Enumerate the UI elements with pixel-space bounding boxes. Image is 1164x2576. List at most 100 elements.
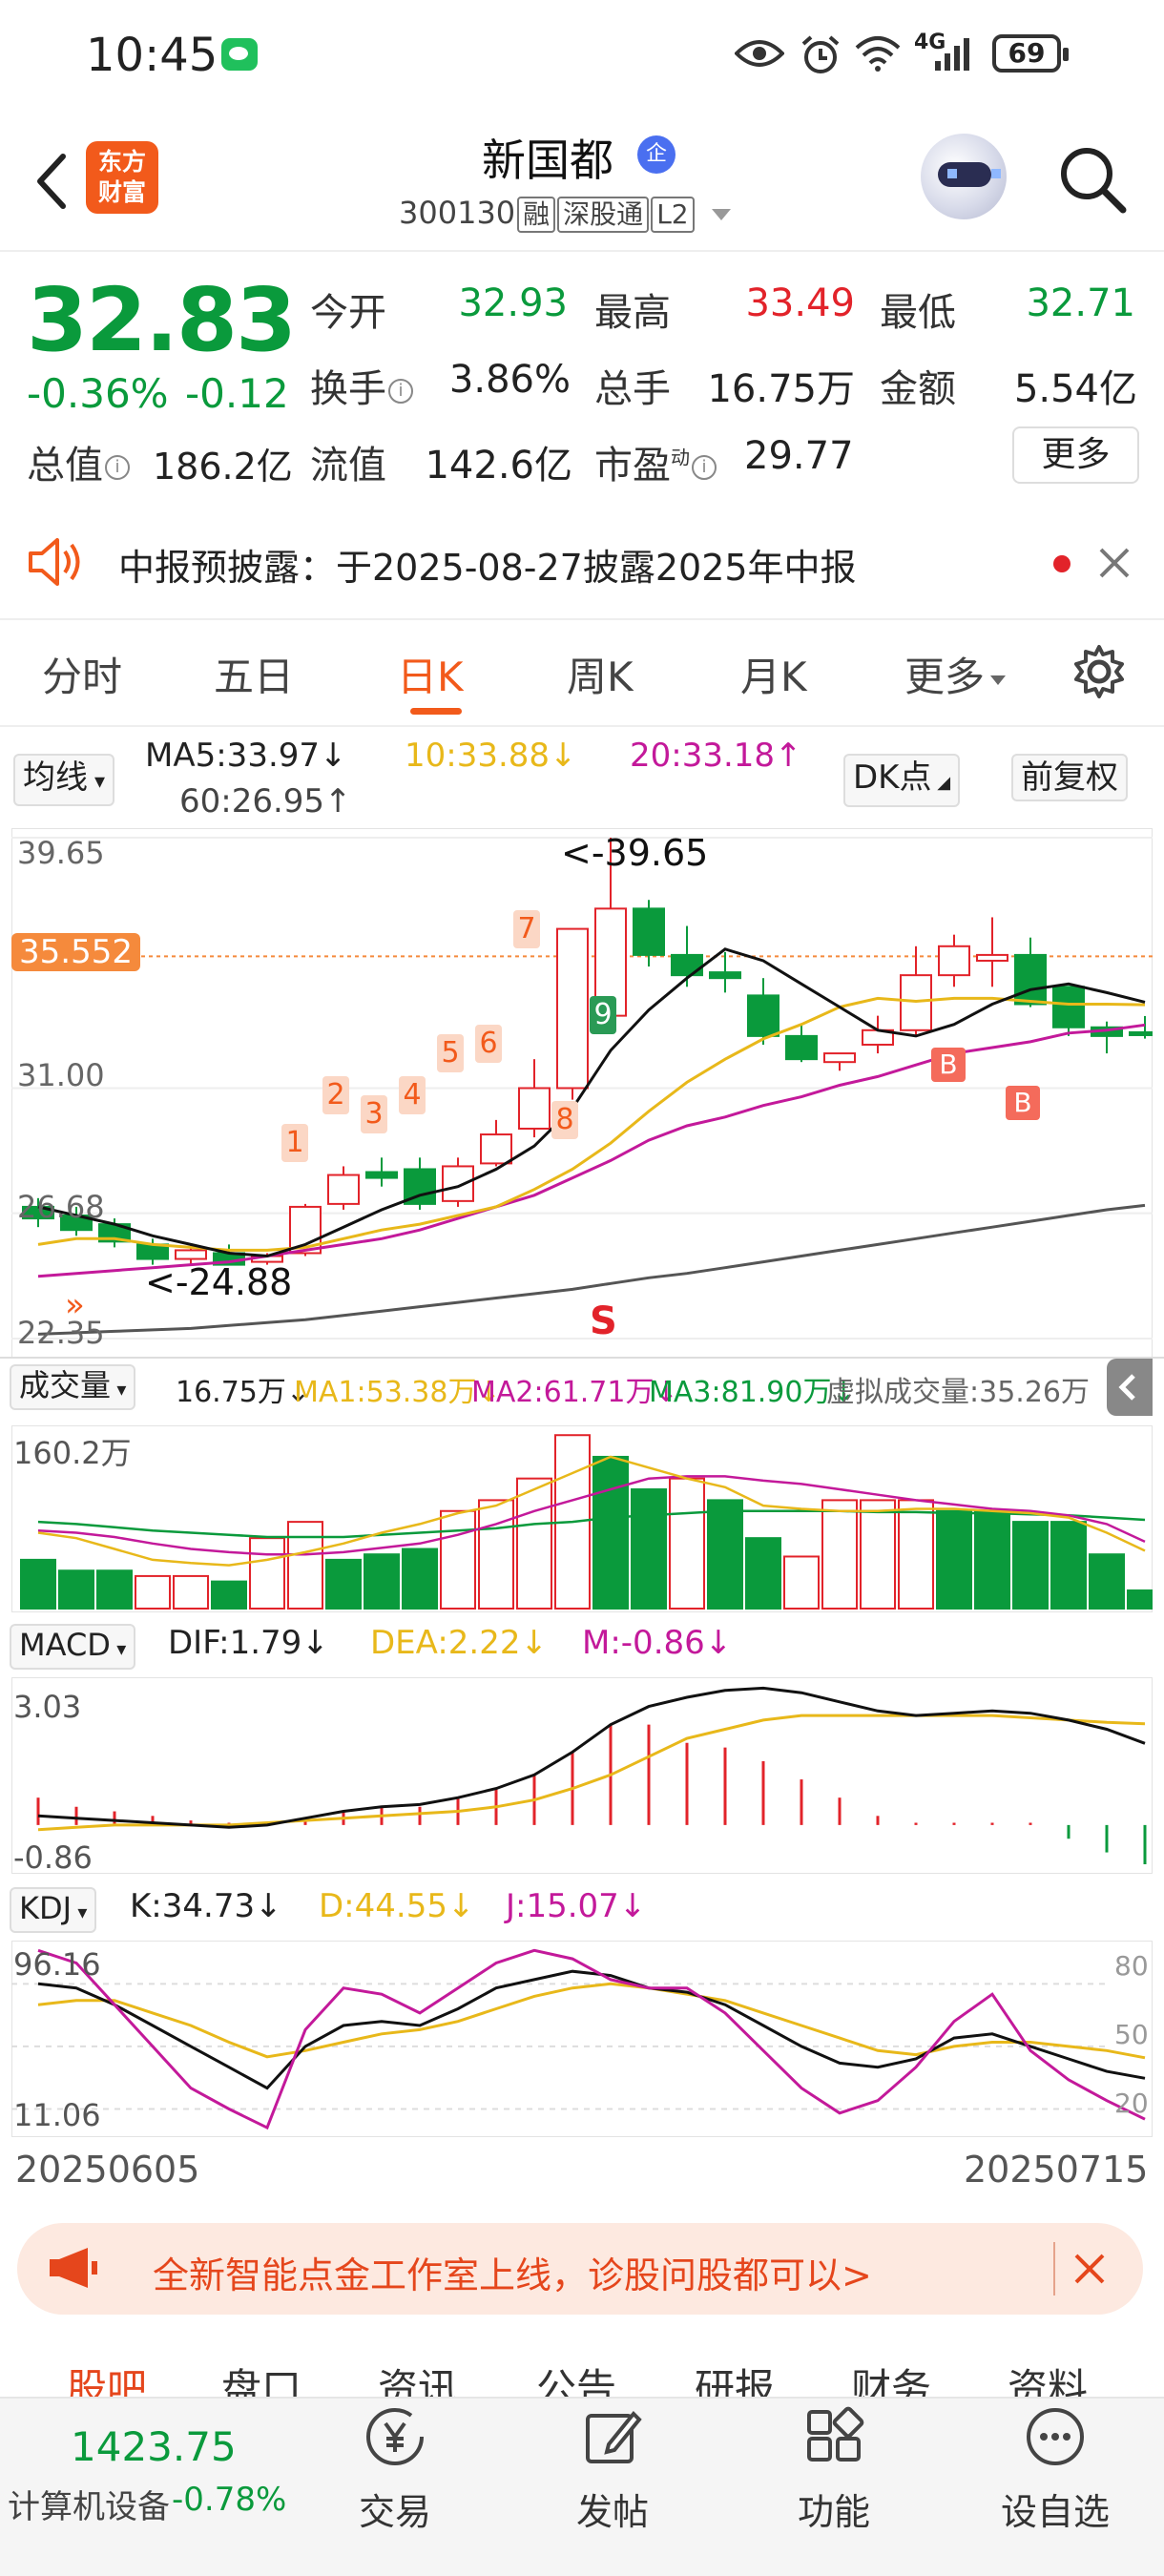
volume-bar xyxy=(96,1569,133,1610)
close-icon[interactable] xyxy=(1097,546,1132,580)
sector-index-value[interactable]: 1423.75 xyxy=(71,2423,237,2470)
chevron-left-icon xyxy=(1118,1374,1135,1401)
volume-bar xyxy=(1089,1553,1125,1610)
post-button[interactable]: 发帖 xyxy=(536,2404,689,2535)
candle-body xyxy=(1052,986,1085,1028)
kdj-ref-80: 80 xyxy=(1114,1950,1149,1982)
side-panel-toggle[interactable] xyxy=(1107,1359,1153,1416)
volume-chart[interactable] xyxy=(11,1425,1153,1612)
kdj-d: D:44.55↓ xyxy=(319,1887,475,1925)
candle-body xyxy=(633,907,665,956)
kline-axis-top: 39.65 xyxy=(17,835,105,871)
market-cap-label: 总值 i xyxy=(27,434,130,489)
current-price-tag: 35.552 xyxy=(11,933,140,971)
status-icons: 4G 69 xyxy=(735,31,1126,78)
volume-current: 16.75万↓ xyxy=(176,1376,311,1409)
sequence-label: 7 xyxy=(513,910,540,948)
volume-bar xyxy=(249,1537,285,1610)
grid-icon xyxy=(807,2406,864,2462)
assistant-robot-avatar[interactable] xyxy=(921,134,1007,219)
pe-dynamic-mark: 动 xyxy=(671,446,690,469)
volume-bar xyxy=(898,1499,934,1610)
search-icon[interactable] xyxy=(1054,141,1131,218)
candle-body xyxy=(938,945,970,977)
tab-weekly-k[interactable]: 周K xyxy=(567,645,634,703)
tab-five-day[interactable]: 五日 xyxy=(214,645,294,703)
sequence-label: 6 xyxy=(475,1025,502,1063)
volume-bar xyxy=(20,1558,56,1610)
promo-banner-text[interactable]: 全新智能点金工作室上线，诊股问股都可以> xyxy=(153,2246,872,2298)
add-watchlist-label: 设自选 xyxy=(1000,2491,1110,2533)
yen-icon xyxy=(366,2408,424,2465)
status-bar: 10:45 4G 69 xyxy=(0,0,1164,114)
trade-button[interactable]: 交易 xyxy=(319,2404,471,2535)
volume-bar xyxy=(58,1569,94,1610)
high-label: 最高 xyxy=(594,291,671,335)
more-quote-button[interactable]: 更多 xyxy=(1012,426,1139,484)
dk-point-dropdown[interactable]: DK点 ◢ xyxy=(843,754,961,807)
macd-chart[interactable] xyxy=(11,1677,1153,1874)
banner-separator xyxy=(1053,2242,1055,2296)
volume-bar xyxy=(631,1488,667,1610)
low-label: 最低 xyxy=(880,291,956,335)
volume-selector-dropdown[interactable]: 成交量 ▾ xyxy=(10,1364,136,1410)
macd-axis-top: 3.03 xyxy=(13,1689,82,1725)
macd-dif: DIF:1.79↓ xyxy=(168,1624,329,1662)
brand-logo[interactable]: 东方 财富 xyxy=(86,141,158,214)
connect-tag: 深股通 xyxy=(557,197,650,233)
ma60-value: 60:26.95↑ xyxy=(179,782,352,821)
info-icon[interactable]: i xyxy=(692,455,717,480)
brand-logo-line2: 财富 xyxy=(97,178,146,206)
info-icon[interactable]: i xyxy=(105,455,130,480)
change-amount: -0.12 xyxy=(185,370,289,417)
market-cap-value: 186.2亿 xyxy=(153,446,293,488)
candle-body xyxy=(823,1052,856,1064)
tab-monthly-k[interactable]: 月K xyxy=(740,645,807,703)
stock-subline[interactable]: 300130 融深股通 L2 xyxy=(399,195,733,233)
sequence-label: 8 xyxy=(551,1101,578,1139)
candle-body xyxy=(556,927,589,1090)
candle-body xyxy=(709,971,741,980)
tab-daily-k[interactable]: 日K xyxy=(397,645,464,703)
candle-body xyxy=(976,953,1008,962)
macd-m: M:-0.86↓ xyxy=(582,1624,733,1662)
gear-icon[interactable] xyxy=(1070,643,1128,700)
tab-more[interactable]: 更多 xyxy=(904,645,1008,703)
kdj-k: K:34.73↓ xyxy=(130,1887,282,1925)
back-arrow-icon[interactable] xyxy=(25,143,82,219)
info-icon[interactable]: i xyxy=(388,379,413,404)
notice-text[interactable]: 中报预披露：于2025-08-27披露2025年中报 xyxy=(118,538,857,591)
volume-bar xyxy=(669,1477,705,1610)
candle-body xyxy=(175,1249,207,1260)
functions-button[interactable]: 功能 xyxy=(758,2404,910,2535)
volume-bar xyxy=(974,1509,1010,1610)
level2-tag: L2 xyxy=(651,197,695,233)
kline-divider xyxy=(0,1357,1164,1359)
active-tab-indicator xyxy=(410,708,462,715)
close-icon[interactable] xyxy=(1072,2252,1107,2286)
volume-ma3: MA3:81.90万↓ xyxy=(649,1376,856,1409)
forward-adjust-button[interactable]: 前复权 xyxy=(1011,754,1128,801)
ma-selector-dropdown[interactable]: 均线 ▾ xyxy=(13,754,115,806)
volume-ma2: MA2:61.71万↓ xyxy=(471,1376,678,1409)
volume-bar xyxy=(707,1499,743,1610)
tab-intraday[interactable]: 分时 xyxy=(42,645,122,703)
date-start: 20250605 xyxy=(15,2149,200,2191)
kdj-axis-top: 96.16 xyxy=(13,1946,101,1983)
double-chevron-icon[interactable]: » xyxy=(65,1286,85,1324)
kdj-frame xyxy=(11,1941,1153,2137)
kdj-j: J:15.07↓ xyxy=(506,1887,647,1925)
candle-body xyxy=(671,953,703,977)
kdj-selector-dropdown[interactable]: KDJ ▾ xyxy=(10,1887,97,1933)
candle-body xyxy=(327,1174,360,1205)
kdj-chart[interactable] xyxy=(11,1941,1153,2137)
sector-name[interactable]: 计算机设备 xyxy=(8,2481,170,2527)
wechat-notification-icon xyxy=(221,38,258,71)
wifi-icon xyxy=(855,36,901,72)
add-watchlist-button[interactable]: 设自选 xyxy=(979,2404,1132,2535)
kline-axis-lower: 26.68 xyxy=(17,1189,105,1225)
amount-label: 金额 xyxy=(880,367,956,411)
macd-selector-dropdown[interactable]: MACD ▾ xyxy=(10,1624,136,1670)
volume-bar xyxy=(592,1455,629,1610)
last-price: 32.83 xyxy=(27,269,297,371)
